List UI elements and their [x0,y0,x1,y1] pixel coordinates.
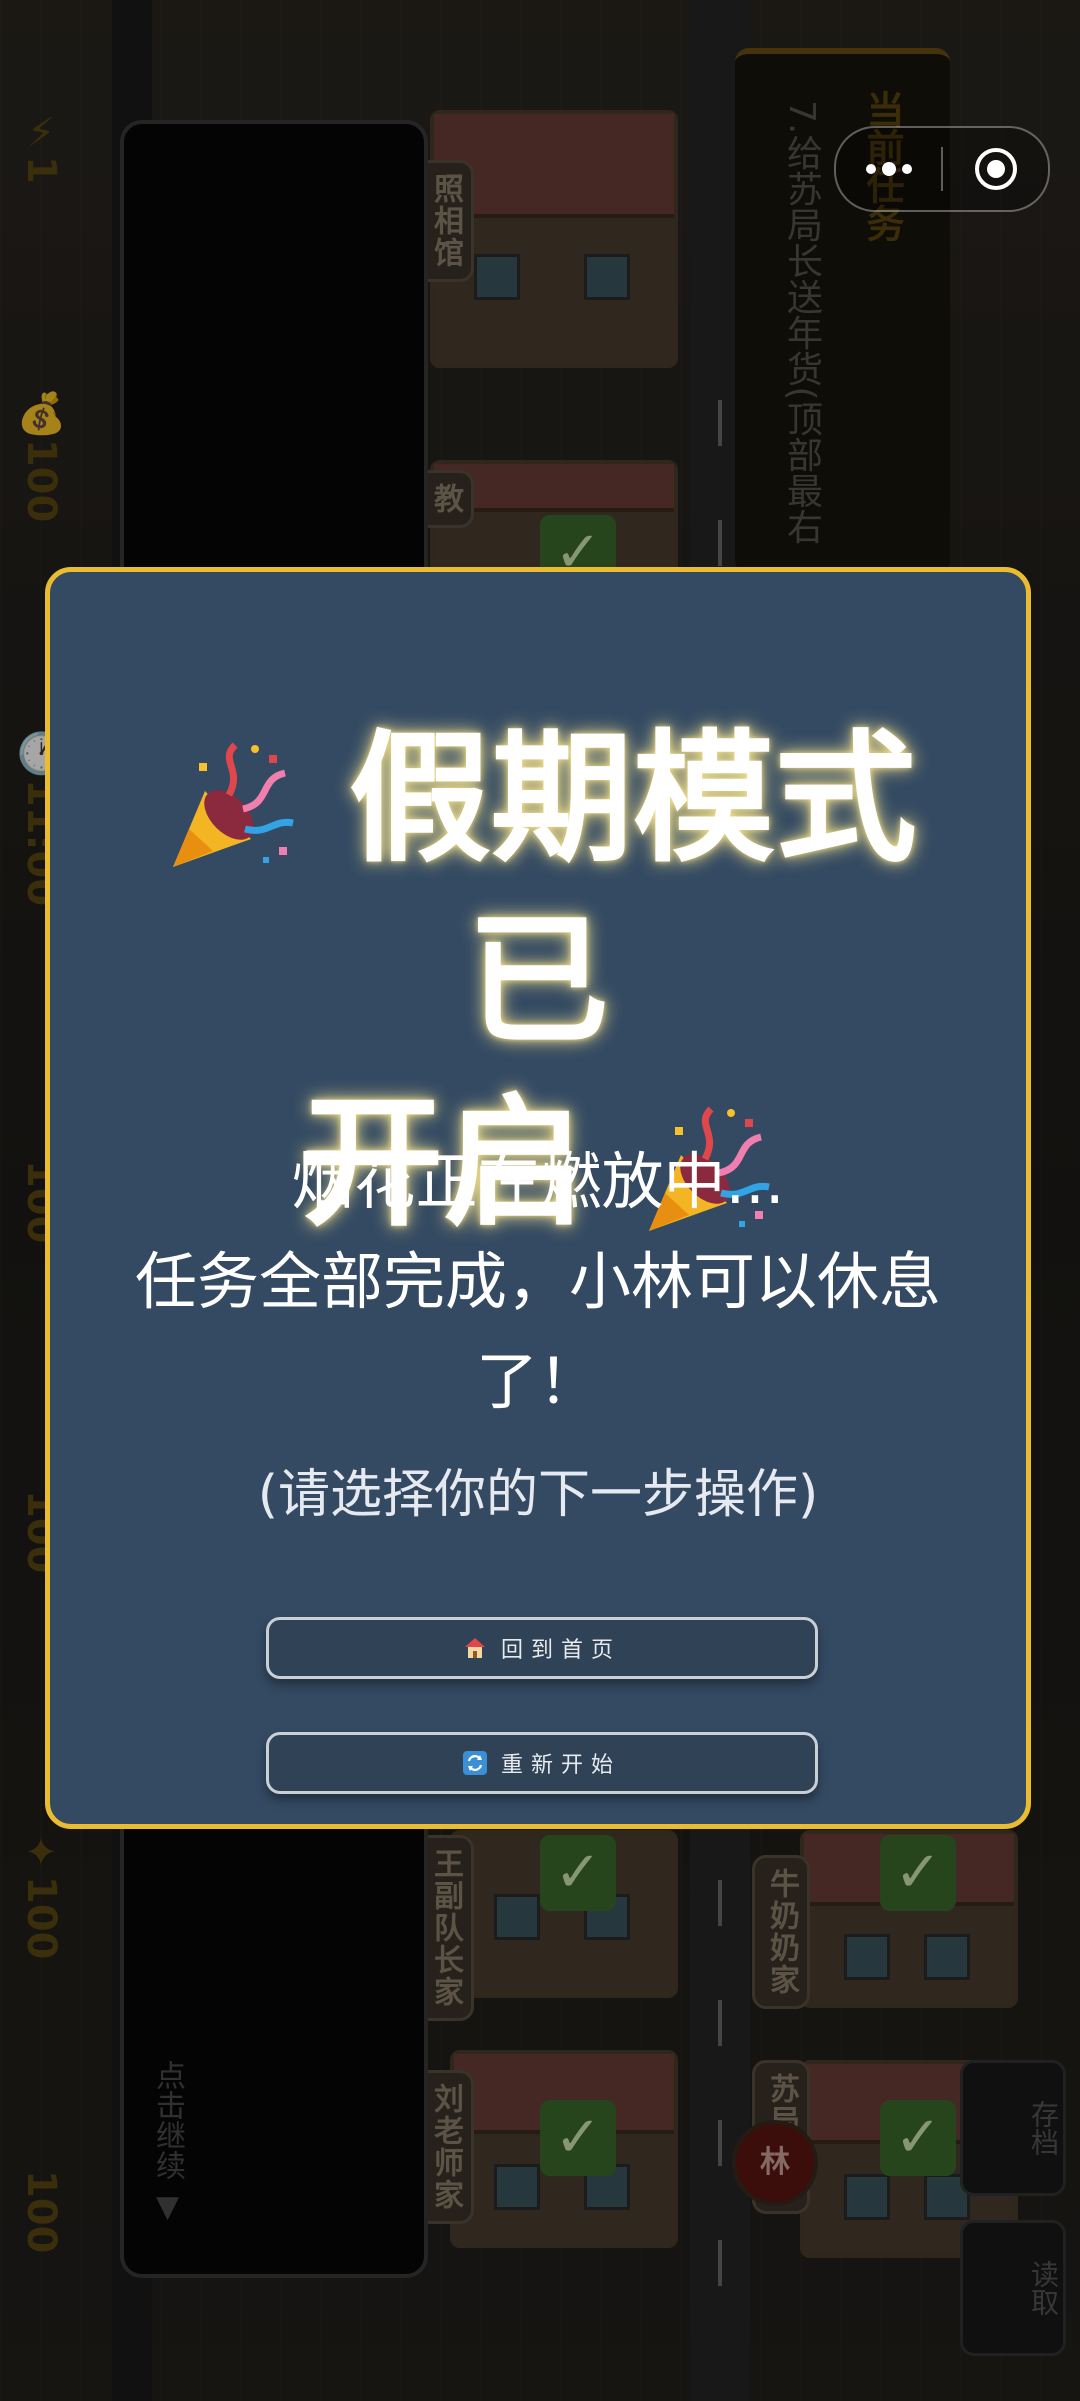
title-line-1: 假期模式已 [130,709,946,1073]
miniprogram-capsule [834,126,1050,212]
restart-button-label: 重新开始 [500,1753,621,1778]
party-popper-icon [173,742,294,867]
target-icon [974,148,1017,190]
message-line-2: 任务全部完成，小林可以休息 [134,1245,941,1318]
game-screen: ✓ ✓ ✓ ✓ ✓ 照相馆 教 王副队长家 刘老师家 苏局长家 牛奶奶家 林 点… [0,0,1080,2401]
holiday-mode-modal: 假期模式已 开启 烟花正在燃放中... 任务全部完成，小林可以休息 了！ (请选… [45,567,1031,1829]
message-line-3: 了！ [475,1345,600,1418]
more-dots-icon [865,162,912,176]
message-line-1: 烟花正在燃放中... [291,1145,785,1218]
home-button-label: 回到首页 [500,1638,621,1663]
home-icon [464,1638,485,1658]
modal-message: 烟花正在燃放中... 任务全部完成，小林可以休息 了！ [110,1132,966,1432]
more-button[interactable] [836,128,941,210]
restart-icon [462,1751,487,1775]
modal-hint: (请选择你的下一步操作) [257,1465,819,1525]
close-miniprogram-button[interactable] [943,128,1048,210]
home-button[interactable]: 回到首页 [266,1617,818,1679]
title-text-line1: 假期模式已 [348,717,917,1064]
restart-button[interactable]: 重新开始 [266,1732,818,1794]
